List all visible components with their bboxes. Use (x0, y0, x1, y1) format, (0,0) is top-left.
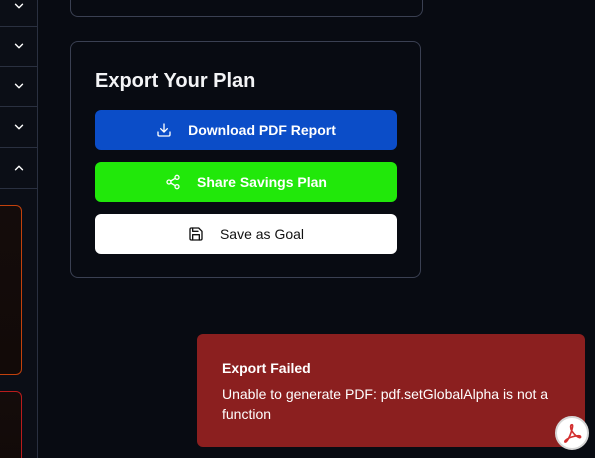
download-pdf-label: Download PDF Report (188, 122, 336, 138)
save-as-goal-label: Save as Goal (219, 226, 305, 242)
download-pdf-button[interactable]: Download PDF Report (95, 110, 397, 150)
chevron-down-icon (14, 124, 23, 130)
share-savings-plan-label: Share Savings Plan (197, 174, 327, 190)
page: Export Your Plan Download PDF Report Sha… (0, 0, 595, 458)
export-plan-card: Export Your Plan Download PDF Report Sha… (70, 41, 421, 278)
sidebar (0, 0, 38, 458)
sidebar-card-orange[interactable] (0, 205, 22, 375)
sidebar-collapse-toggle-2[interactable] (0, 26, 37, 67)
export-title: Export Your Plan (95, 70, 256, 92)
sidebar-card-red[interactable] (0, 391, 22, 458)
save-icon (189, 227, 203, 241)
pdf-helper-button[interactable] (555, 416, 589, 450)
chevron-down-icon (14, 83, 23, 89)
previous-card (70, 0, 423, 17)
sidebar-collapse-toggle-4[interactable] (0, 107, 37, 148)
save-as-goal-button[interactable]: Save as Goal (95, 214, 397, 254)
share-icon (166, 174, 180, 190)
chevron-up-icon (14, 165, 23, 171)
toast-title: Export Failed (222, 360, 311, 376)
toast-message: Unable to generate PDF: pdf.setGlobalAlp… (222, 386, 549, 422)
chevron-down-icon (14, 43, 23, 49)
sidebar-collapse-toggle-3[interactable] (0, 66, 37, 107)
pdf-icon (564, 423, 582, 443)
share-savings-plan-button[interactable]: Share Savings Plan (95, 162, 397, 202)
download-icon (157, 123, 171, 137)
error-toast[interactable]: Export Failed Unable to generate PDF: pd… (197, 334, 585, 447)
sidebar-collapse-toggle-5[interactable] (0, 148, 37, 189)
chevron-down-icon (14, 3, 23, 9)
sidebar-collapse-toggle-1[interactable] (0, 0, 37, 27)
